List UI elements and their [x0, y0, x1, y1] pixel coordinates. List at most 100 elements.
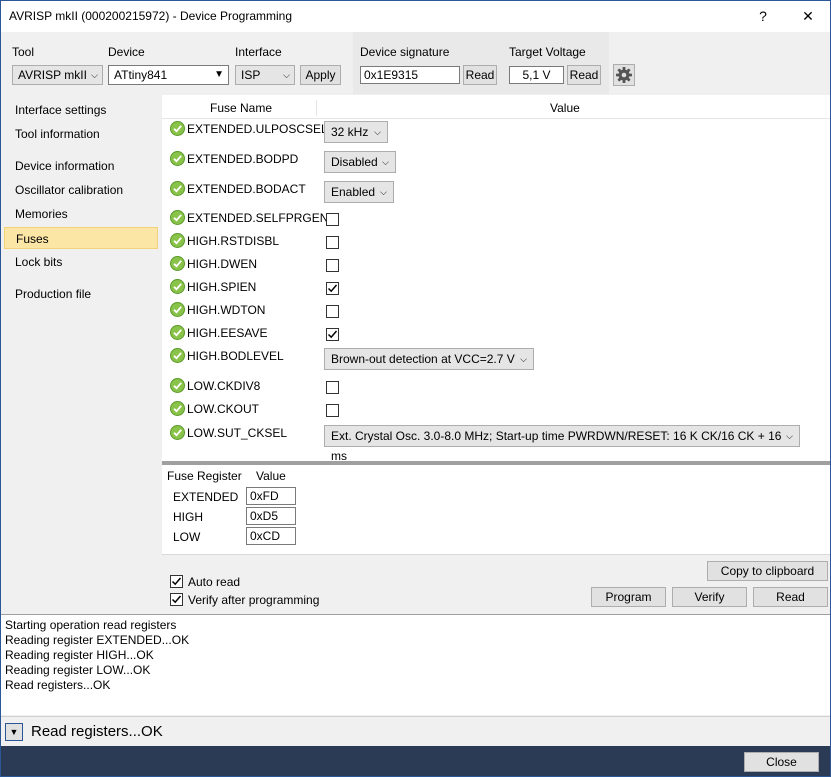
fuse-value-select[interactable]: Brown-out detection at VCC=2.7 V ⌵ — [324, 348, 534, 370]
register-low-label: LOW — [173, 530, 201, 544]
verify-after-programming-label: Verify after programming — [188, 593, 320, 607]
fuse-checkbox[interactable] — [326, 213, 339, 226]
fuse-value-text: Ext. Crystal Osc. 3.0-8.0 MHz; Start-up … — [331, 429, 782, 463]
chevron-down-icon: ⌵ — [786, 431, 793, 441]
apply-button[interactable]: Apply — [300, 65, 341, 85]
voltage-read-button[interactable]: Read — [567, 65, 601, 85]
fuse-name: LOW.CKDIV8 — [187, 379, 261, 393]
fuse-checkbox[interactable] — [326, 259, 339, 272]
ok-check-icon — [170, 378, 185, 393]
chevron-down-icon: ⌵ — [380, 187, 387, 197]
ok-check-icon — [170, 210, 185, 225]
program-button[interactable]: Program — [591, 587, 666, 607]
auto-read-label: Auto read — [188, 575, 241, 589]
log-line: Reading register LOW...OK — [5, 663, 151, 677]
fuse-value-text: 32 kHz — [331, 125, 369, 139]
fuse-name-header: Fuse Name — [210, 101, 273, 115]
ok-check-icon — [170, 181, 185, 196]
fuse-grid-header: Fuse Name Value — [162, 98, 830, 119]
read-button[interactable]: Read — [753, 587, 828, 607]
fuse-name: EXTENDED.BODPD — [187, 152, 299, 166]
ok-check-icon — [170, 256, 185, 271]
auto-read-checkbox[interactable] — [170, 575, 183, 588]
fuse-name: HIGH.RSTDISBL — [187, 234, 280, 248]
settings-button[interactable] — [613, 64, 635, 86]
fuse-value-select[interactable]: Disabled ⌵ — [324, 151, 396, 173]
fuse-name: LOW.CKOUT — [187, 402, 260, 416]
register-extended-label: EXTENDED — [173, 490, 239, 504]
fuse-name: EXTENDED.BODACT — [187, 182, 306, 196]
fuses-panel: Fuse Name Value EXTENDED.ULPOSCSEL 32 kHz… — [162, 95, 830, 614]
device-select[interactable]: ATtiny841 ▼ — [108, 65, 229, 85]
fuse-checkbox[interactable] — [326, 404, 339, 417]
toolbar: Tool AVRISP mkII ⌵ Device ATtiny841 ▼ In… — [1, 32, 830, 95]
sidebar-item-device-information[interactable]: Device information — [4, 155, 158, 177]
fuse-value-text: Disabled — [331, 155, 378, 169]
checkmark-icon — [171, 595, 182, 604]
chevron-down-icon: ⌵ — [91, 70, 98, 80]
dropdown-arrow-icon: ▼ — [9, 727, 19, 737]
gear-icon — [616, 67, 632, 83]
sidebar-item-tool-information[interactable]: Tool information — [4, 123, 158, 145]
tool-select[interactable]: AVRISP mkII ⌵ — [12, 65, 103, 85]
fuse-value-select[interactable]: 32 kHz ⌵ — [324, 121, 388, 143]
fuse-checkbox[interactable] — [326, 282, 339, 295]
interface-label: Interface — [235, 45, 282, 59]
ok-check-icon — [170, 233, 185, 248]
copy-to-clipboard-button[interactable]: Copy to clipboard — [707, 561, 828, 581]
header-divider — [316, 100, 317, 116]
ok-check-icon — [170, 425, 185, 440]
fuse-value-select[interactable]: Enabled ⌵ — [324, 181, 394, 203]
chevron-down-icon: ⌵ — [382, 157, 389, 167]
voltage-label: Target Voltage — [509, 45, 586, 59]
sidebar-item-oscillator-calibration[interactable]: Oscillator calibration — [4, 179, 158, 201]
sidebar-item-production-file[interactable]: Production file — [4, 283, 158, 305]
log-line: Reading register EXTENDED...OK — [5, 633, 190, 647]
ok-check-icon — [170, 279, 185, 294]
fuse-checkbox[interactable] — [326, 381, 339, 394]
expand-log-button[interactable]: ▼ — [5, 723, 23, 741]
fuse-value-text: Enabled — [331, 185, 376, 199]
title-bar: AVRISP mkII (000200215972) - Device Prog… — [1, 1, 830, 32]
sidebar: Interface settings Tool information Devi… — [1, 95, 161, 613]
sidebar-item-memories[interactable]: Memories — [4, 203, 158, 225]
fuse-checkbox[interactable] — [326, 236, 339, 249]
fuse-checkbox[interactable] — [326, 305, 339, 318]
sidebar-item-fuses[interactable]: Fuses — [4, 227, 158, 249]
fuse-checkbox[interactable] — [326, 328, 339, 341]
fuse-name: HIGH.EESAVE — [187, 326, 268, 340]
footer-bar: Close — [1, 746, 830, 776]
register-extended-field[interactable]: 0xFD — [246, 487, 296, 505]
checkmark-icon — [171, 577, 182, 586]
interface-select[interactable]: ISP ⌵ — [235, 65, 295, 85]
voltage-field[interactable]: 5,1 V — [509, 66, 564, 84]
chevron-down-icon: ⌵ — [374, 127, 381, 137]
fuse-register-header: Fuse Register — [167, 469, 242, 483]
help-button[interactable]: ? — [741, 1, 785, 32]
signature-read-button[interactable]: Read — [463, 65, 497, 85]
device-label: Device — [108, 45, 145, 59]
verify-after-programming-checkbox[interactable] — [170, 593, 183, 606]
fuse-value-select[interactable]: Ext. Crystal Osc. 3.0-8.0 MHz; Start-up … — [324, 425, 800, 463]
status-text: Read registers...OK — [31, 723, 163, 740]
tool-label: Tool — [12, 45, 35, 59]
close-window-button[interactable]: ✕ — [786, 1, 830, 32]
register-high-label: HIGH — [173, 510, 203, 524]
close-button[interactable]: Close — [744, 752, 819, 772]
fuse-name: LOW.SUT_CKSEL — [187, 426, 288, 440]
fuse-name: HIGH.DWEN — [187, 257, 257, 271]
device-select-value: ATtiny841 — [114, 68, 168, 82]
sidebar-item-lock-bits[interactable]: Lock bits — [4, 251, 158, 273]
verify-button[interactable]: Verify — [672, 587, 747, 607]
interface-select-value: ISP — [241, 68, 261, 82]
status-bar: ▼ Read registers...OK — [1, 716, 830, 747]
fuse-name: HIGH.WDTON — [187, 303, 266, 317]
ok-check-icon — [170, 401, 185, 416]
signature-field[interactable]: 0x1E9315 — [360, 66, 460, 84]
register-high-field[interactable]: 0xD5 — [246, 507, 296, 525]
chevron-down-icon: ⌵ — [520, 354, 527, 364]
register-low-field[interactable]: 0xCD — [246, 527, 296, 545]
sidebar-item-interface-settings[interactable]: Interface settings — [4, 99, 158, 121]
checkmark-icon — [327, 284, 338, 293]
output-log[interactable]: Starting operation read registers Readin… — [1, 614, 830, 715]
